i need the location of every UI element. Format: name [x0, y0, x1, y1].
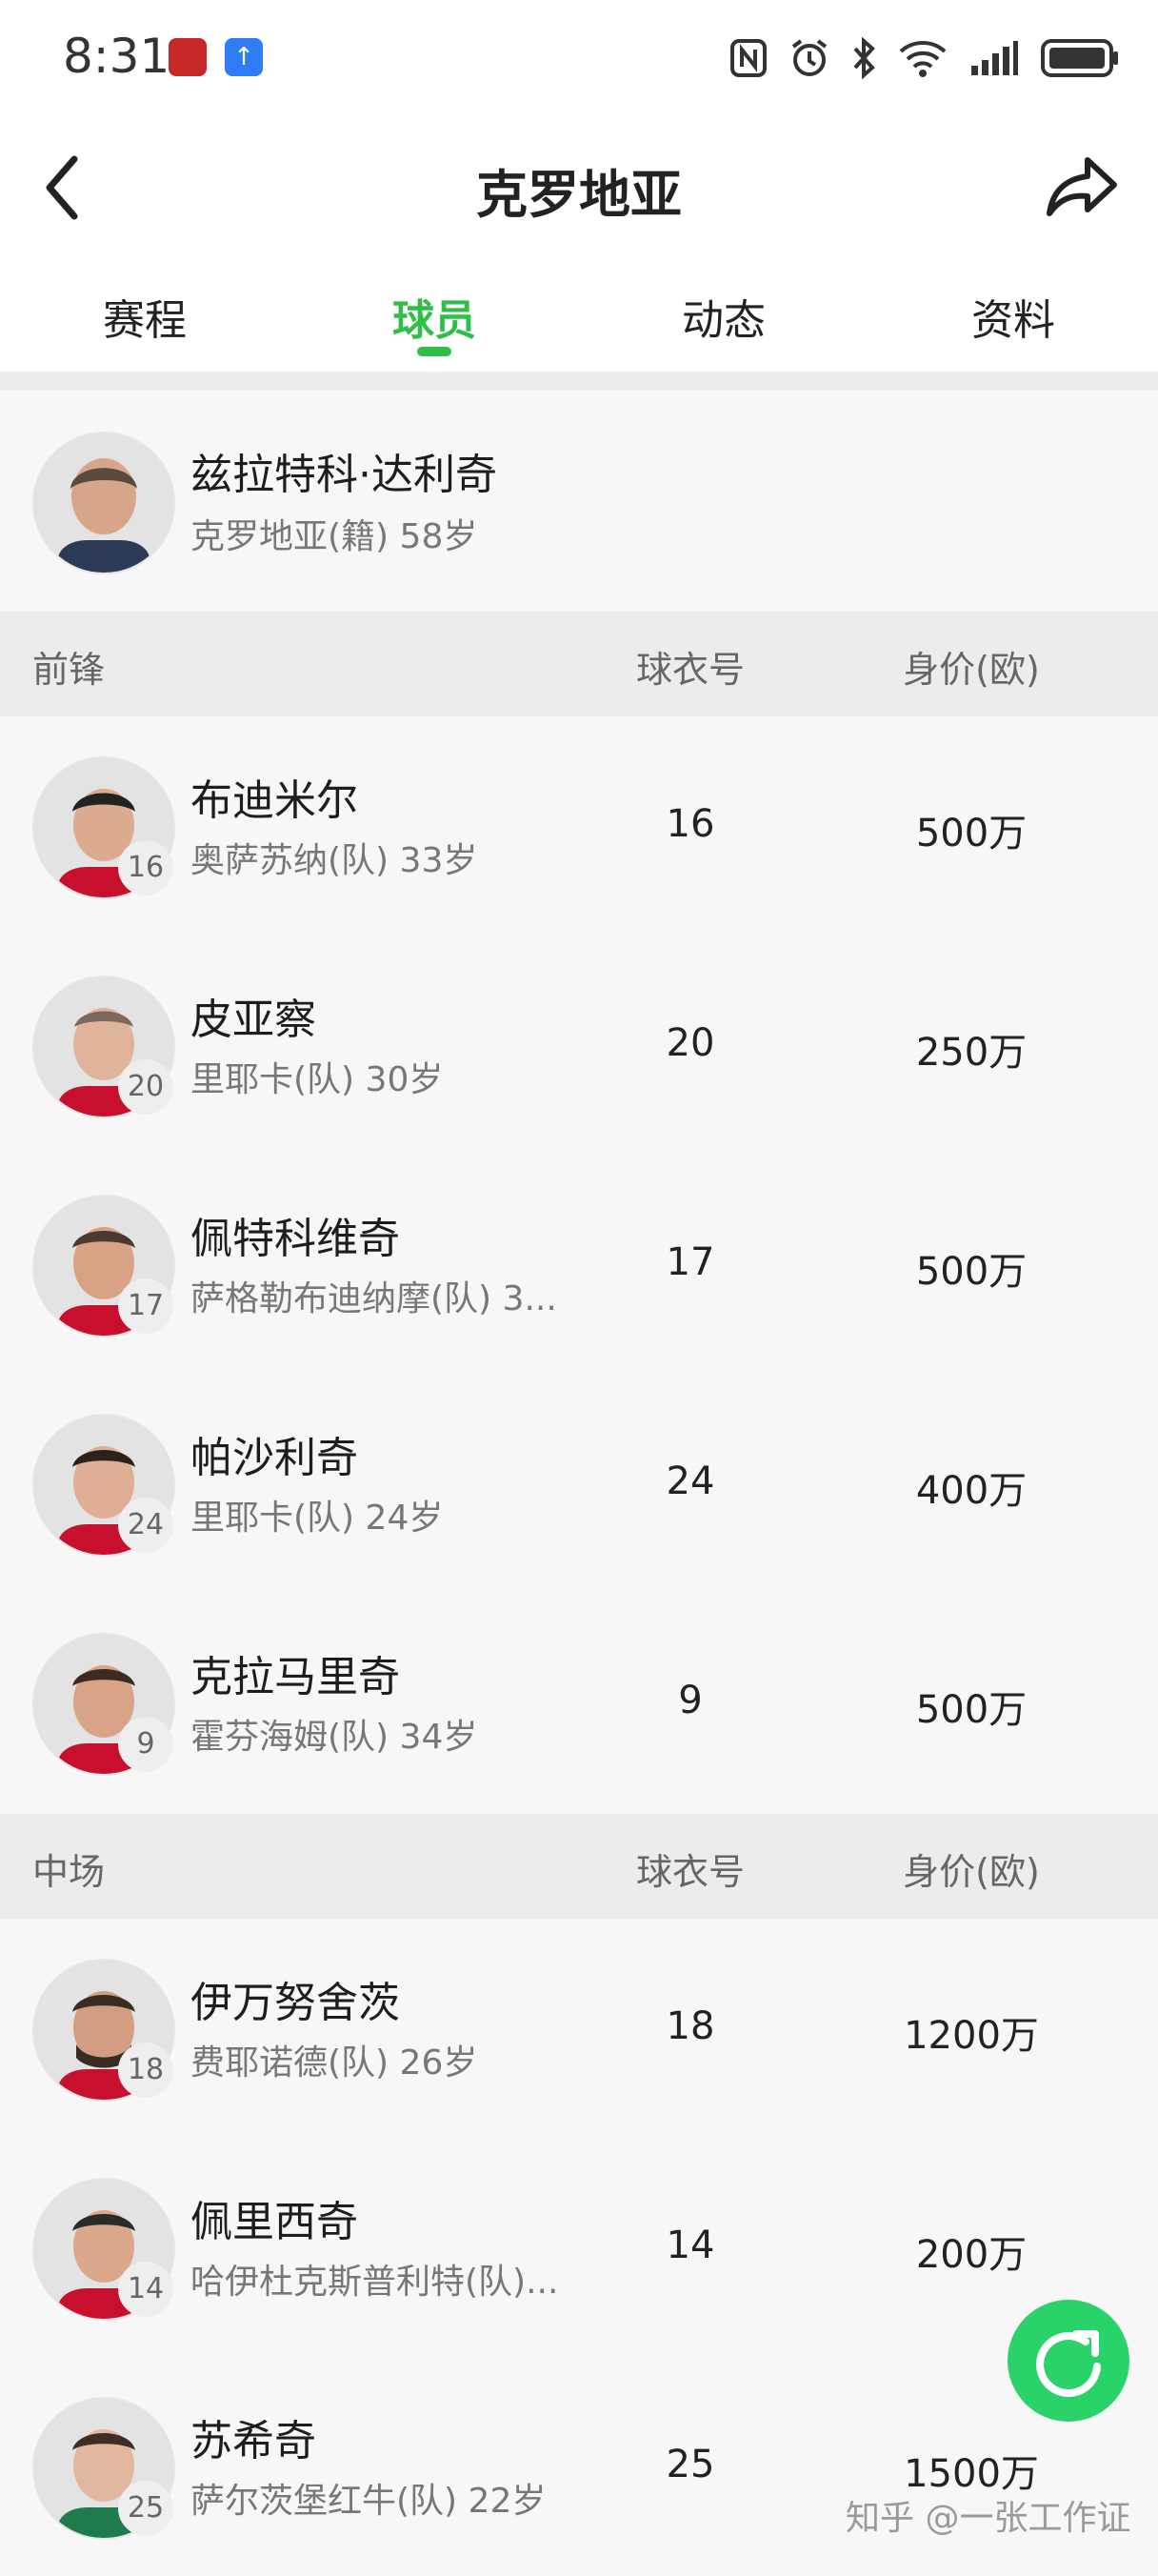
player-row[interactable]: 17 佩特科维奇 萨格勒布迪纳摩(队) 3... 17 500万: [0, 1155, 1158, 1376]
jersey-number-badge: 14: [118, 2262, 173, 2317]
market-value: 250万: [915, 1031, 1028, 1075]
column-header-value: 身价(欧): [903, 1851, 1040, 1893]
column-header-number: 球衣号: [635, 1851, 745, 1893]
page-title: 克罗地亚: [476, 165, 682, 225]
player-name: 伊万努舍茨: [190, 1979, 400, 2027]
jersey-number-badge: 16: [118, 840, 173, 896]
market-value: 1200万: [904, 2014, 1039, 2058]
tab-players[interactable]: 球员: [290, 248, 579, 362]
player-info: 里耶卡(队) 30岁: [190, 1060, 444, 1099]
signal-icon: [971, 41, 1018, 75]
player-info: 费耶诺德(队) 26岁: [190, 2043, 478, 2083]
section-header-forwards: 前锋 球衣号 身价(欧): [0, 612, 1158, 716]
player-name: 佩里西奇: [190, 2198, 358, 2246]
section-title: 中场: [32, 1851, 106, 1893]
watermark: 知乎 @一张工作证: [846, 2499, 1131, 2538]
player-row[interactable]: 20 皮亚察 里耶卡(队) 30岁 20 250万: [0, 936, 1158, 1157]
jersey-number-badge: 17: [118, 1278, 173, 1334]
player-info: 里耶卡(队) 24岁: [190, 1499, 444, 1538]
market-value: 400万: [915, 1469, 1028, 1513]
bluetooth-icon: [853, 37, 875, 79]
market-value: 500万: [915, 1688, 1028, 1732]
jersey-number-badge: 9: [118, 1717, 173, 1772]
section-title: 前锋: [32, 649, 106, 691]
player-info: 萨格勒布迪纳摩(队) 3...: [190, 1279, 557, 1318]
share-icon[interactable]: [1042, 145, 1124, 227]
nfc-icon: [730, 39, 767, 77]
tab-news[interactable]: 动态: [579, 248, 868, 362]
player-row[interactable]: 25 苏希奇 萨尔茨堡红牛(队) 22岁 25 1500万: [0, 2357, 1158, 2576]
jersey-number: 24: [666, 1459, 715, 1503]
player-name: 帕沙利奇: [190, 1434, 358, 1482]
status-bar: 8:31 ↑: [0, 0, 1158, 114]
coach-name: 兹拉特科·达利奇: [190, 451, 497, 499]
tab-schedule[interactable]: 赛程: [0, 248, 290, 362]
player-info: 霍芬海姆(队) 34岁: [190, 1718, 478, 1757]
tab-bar: 赛程 球员 动态 资料: [0, 248, 1158, 362]
player-name: 苏希奇: [190, 2417, 316, 2465]
coach-info: 克罗地亚(籍) 58岁: [190, 517, 478, 556]
avatar: [32, 432, 175, 574]
player-row[interactable]: 14 佩里西奇 哈伊杜克斯普利特(队)... 14 200万: [0, 2138, 1158, 2359]
player-row[interactable]: 16 布迪米尔 奥萨苏纳(队) 33岁 16 500万: [0, 716, 1158, 937]
jersey-number: 14: [666, 2224, 715, 2267]
player-name: 皮亚察: [190, 996, 316, 1044]
jersey-number: 16: [666, 802, 715, 846]
jersey-number-badge: 20: [118, 1059, 173, 1115]
jersey-number: 20: [666, 1021, 715, 1065]
jersey-number-badge: 18: [118, 2043, 173, 2098]
player-row[interactable]: 18 伊万努舍茨 费耶诺德(队) 26岁 18 1200万: [0, 1919, 1158, 2140]
jersey-number: 17: [666, 1240, 715, 1284]
status-time: 8:31: [63, 29, 170, 84]
player-info: 哈伊杜克斯普利特(队)...: [190, 2263, 559, 2302]
player-info: 萨尔茨堡红牛(队) 22岁: [190, 2482, 547, 2521]
column-header-value: 身价(欧): [903, 649, 1040, 691]
refresh-button[interactable]: [1008, 2300, 1129, 2422]
battery-icon: [1041, 39, 1118, 77]
jersey-number-badge: 24: [118, 1498, 173, 1553]
market-value: 500万: [915, 1250, 1028, 1294]
market-value: 200万: [915, 2233, 1028, 2277]
wifi-icon: [899, 41, 947, 77]
section-header-midfielders: 中场 球衣号 身价(欧): [0, 1814, 1158, 1919]
status-icons: [729, 34, 1120, 82]
tab-info[interactable]: 资料: [868, 248, 1158, 362]
column-header-number: 球衣号: [635, 649, 745, 691]
jersey-number-badge: 25: [118, 2481, 173, 2536]
jersey-number: 9: [678, 1679, 703, 1722]
player-name: 布迪米尔: [190, 776, 358, 825]
alarm-icon: [791, 39, 828, 76]
player-name: 克拉马里奇: [190, 1653, 400, 1701]
coach-row[interactable]: 兹拉特科·达利奇 克罗地亚(籍) 58岁: [0, 391, 1158, 612]
refresh-icon: [1036, 2330, 1101, 2398]
jersey-number: 25: [666, 2443, 715, 2486]
upload-notification-icon: ↑: [225, 38, 263, 76]
player-row[interactable]: 24 帕沙利奇 里耶卡(队) 24岁 24 400万: [0, 1374, 1158, 1595]
player-name: 佩特科维奇: [190, 1215, 400, 1263]
app-header: 克罗地亚 赛程 球员 动态 资料: [0, 114, 1158, 373]
player-info: 奥萨苏纳(队) 33岁: [190, 841, 478, 880]
player-row[interactable]: 9 克拉马里奇 霍芬海姆(队) 34岁 9 500万: [0, 1593, 1158, 1812]
app-notification-icon: [169, 38, 207, 76]
divider: [0, 373, 1158, 391]
jersey-number: 18: [666, 2004, 715, 2048]
market-value: 500万: [915, 812, 1028, 855]
